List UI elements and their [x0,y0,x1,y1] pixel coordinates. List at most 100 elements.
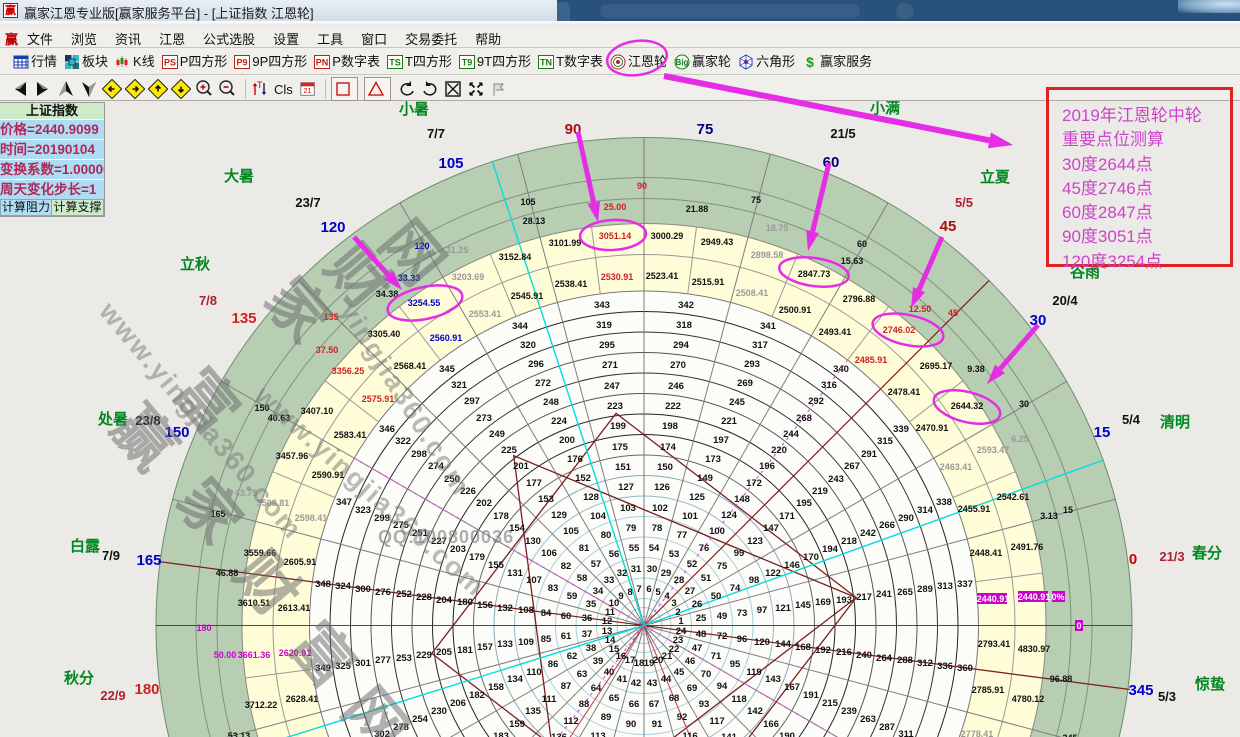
svg-text:277: 277 [375,655,391,666]
svg-text:TS: TS [389,57,401,67]
svg-text:$: $ [806,54,814,70]
svg-text:175: 175 [612,442,629,453]
svg-text:2493.41: 2493.41 [819,327,852,337]
svg-text:28.13: 28.13 [523,216,546,226]
svg-text:105: 105 [563,526,580,537]
svg-text:313: 313 [937,581,953,592]
svg-text:159: 159 [509,719,525,730]
svg-text:337: 337 [957,579,973,590]
svg-text:148: 148 [734,494,750,505]
svg-text:4780.12: 4780.12 [1012,694,1045,704]
svg-text:244: 244 [783,429,800,440]
svg-text:265: 265 [897,587,914,598]
svg-text:270: 270 [670,360,686,371]
svg-text:30: 30 [647,564,658,575]
svg-text:93: 93 [699,699,710,710]
svg-text:199: 199 [610,421,626,432]
svg-text:195: 195 [796,498,813,509]
svg-text:55: 55 [629,543,640,554]
svg-text:2847.73: 2847.73 [798,269,831,279]
svg-text:60: 60 [823,154,840,171]
svg-text:110: 110 [526,667,541,678]
svg-text:94: 94 [717,681,728,692]
svg-text:3712.22: 3712.22 [245,700,278,710]
svg-text:2523.41: 2523.41 [646,271,679,281]
svg-text:165: 165 [136,552,161,569]
svg-text:338: 338 [936,497,952,508]
svg-text:300: 300 [355,584,371,595]
svg-text:90: 90 [565,121,582,138]
svg-text:248: 248 [543,397,559,408]
svg-text:6.25: 6.25 [1011,434,1029,444]
svg-text:183: 183 [493,731,509,737]
svg-text:秋分: 秋分 [64,669,94,687]
svg-text:立夏: 立夏 [980,168,1011,186]
svg-text:132: 132 [497,603,513,614]
svg-text:106: 106 [541,548,557,559]
svg-text:0%: 0% [1051,592,1064,602]
svg-text:142: 142 [747,706,763,717]
svg-text:127: 127 [618,482,634,493]
svg-text:33: 33 [604,575,615,586]
svg-text:339: 339 [893,424,909,435]
svg-text:95: 95 [730,659,741,670]
svg-text:168: 168 [795,642,811,653]
svg-text:96: 96 [737,634,748,645]
svg-text:43: 43 [647,678,658,689]
svg-text:2796.88: 2796.88 [843,294,876,304]
svg-text:271: 271 [602,360,619,371]
svg-text:81: 81 [579,543,590,554]
svg-text:77: 77 [677,530,688,541]
svg-text:264: 264 [876,653,893,664]
svg-text:23/7: 23/7 [295,195,320,210]
svg-text:53: 53 [669,549,680,560]
svg-text:105: 105 [438,155,463,172]
svg-text:319: 319 [596,320,612,331]
svg-text:85: 85 [541,634,552,645]
svg-text:37: 37 [582,629,593,640]
svg-text:65: 65 [609,693,620,704]
svg-text:3152.84: 3152.84 [499,252,532,262]
svg-text:324: 324 [335,581,352,592]
svg-text:117: 117 [709,716,724,727]
svg-text:151: 151 [615,462,632,473]
svg-text:59: 59 [567,591,578,602]
svg-text:141: 141 [721,732,738,737]
svg-text:9.38: 9.38 [967,364,985,374]
svg-text:343: 343 [594,300,610,311]
svg-text:119: 119 [746,667,761,678]
svg-text:2500.91: 2500.91 [779,305,812,315]
svg-text:41: 41 [617,674,628,685]
svg-text:82: 82 [561,561,572,572]
svg-text:169: 169 [815,597,831,608]
svg-text:清明: 清明 [1160,413,1190,431]
svg-text:2440.91: 2440.91 [977,594,1010,604]
svg-text:50.00: 50.00 [214,650,237,660]
svg-text:2478.41: 2478.41 [888,387,921,397]
svg-text:96.88: 96.88 [1050,674,1073,684]
svg-text:345: 345 [1128,682,1153,699]
svg-text:32: 32 [617,568,628,579]
svg-text:143: 143 [765,674,781,685]
svg-text:109: 109 [518,637,534,648]
svg-text:173: 173 [705,454,721,465]
svg-text:76: 76 [699,543,710,554]
svg-text:62: 62 [567,651,578,662]
svg-text:24: 24 [676,626,687,637]
svg-text:49: 49 [717,611,728,622]
svg-text:152: 152 [575,473,591,484]
svg-text:147: 147 [763,523,779,534]
svg-text:3356.25: 3356.25 [332,366,365,376]
svg-text:342: 342 [678,300,694,311]
svg-text:124: 124 [721,510,738,521]
svg-text:2455.91: 2455.91 [958,504,991,514]
svg-text:39: 39 [593,656,604,667]
svg-text:181: 181 [457,645,474,656]
svg-text:3457.96: 3457.96 [276,451,309,461]
svg-text:118: 118 [731,694,746,705]
svg-text:126: 126 [654,482,670,493]
svg-text:3254.55: 3254.55 [408,298,441,308]
svg-text:347: 347 [336,497,352,508]
svg-text:294: 294 [673,340,690,351]
svg-text:240: 240 [856,650,872,661]
